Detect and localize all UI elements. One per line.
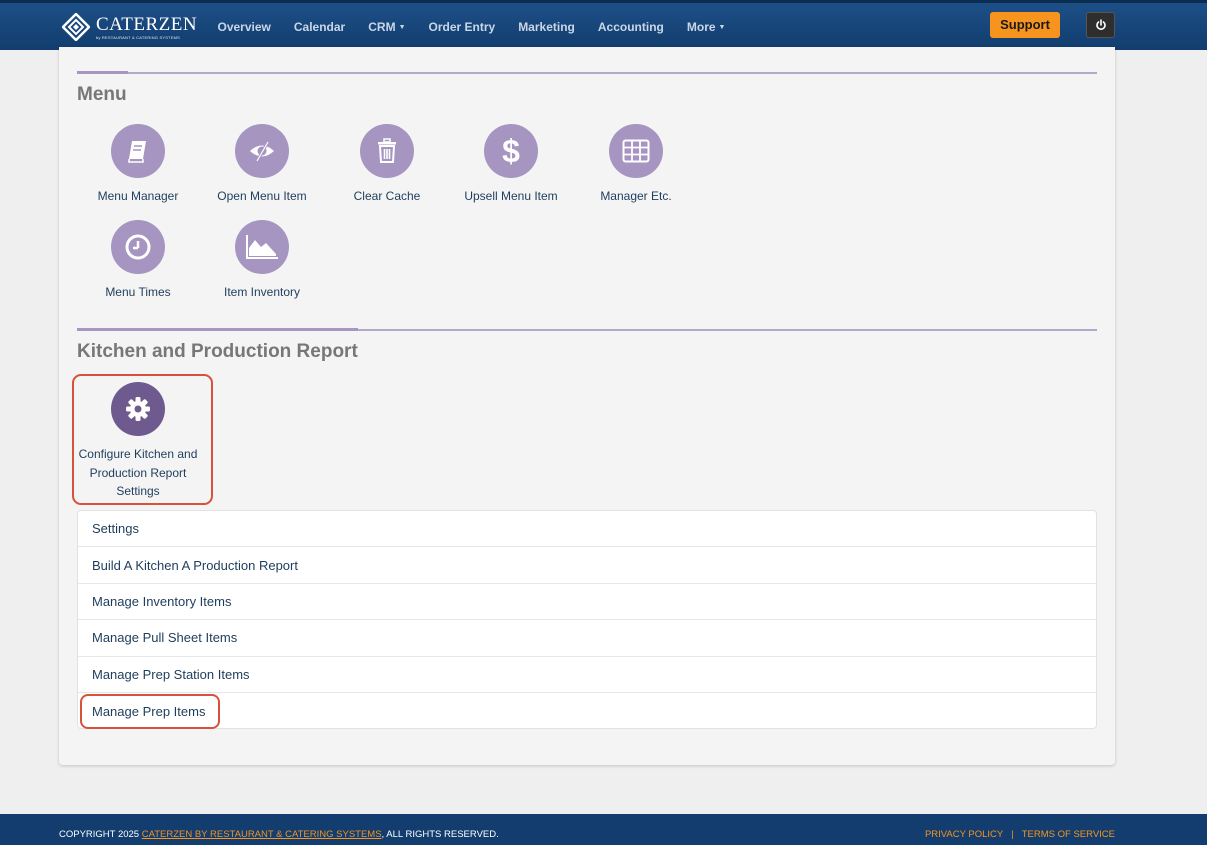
footer: COPYRIGHT 2025 CATERZEN BY RESTAURANT & …: [0, 814, 1207, 845]
tile-open-menu-item[interactable]: Open Menu Item: [202, 124, 322, 206]
top-navbar: CATERZEN by RESTAURANT & CATERING SYSTEM…: [0, 0, 1207, 50]
list-item-settings[interactable]: Settings: [78, 511, 1096, 548]
dollar-icon: $: [484, 124, 538, 178]
tile-label: Upsell Menu Item: [464, 189, 558, 203]
list-item-manage-inventory[interactable]: Manage Inventory Items: [78, 584, 1096, 621]
tile-menu-times[interactable]: Menu Times: [78, 220, 198, 302]
nav-accounting[interactable]: Accounting: [586, 20, 675, 34]
tile-label: Manager Etc.: [600, 189, 672, 203]
menu-section-title: Menu: [77, 84, 127, 105]
power-icon: [1095, 19, 1106, 30]
privacy-policy-link[interactable]: PRIVACY POLICY: [925, 829, 1003, 840]
tile-label: Open Menu Item: [217, 189, 307, 203]
list-item-highlight-annotation: [80, 694, 220, 729]
tile-label: Clear Cache: [353, 189, 421, 203]
nav-calendar[interactable]: Calendar: [282, 20, 356, 34]
eye-slash-icon: [235, 124, 289, 178]
caret-down-icon: ▼: [718, 23, 726, 31]
tile-item-inventory[interactable]: Item Inventory: [202, 220, 322, 302]
kitchen-options-list: Settings Build A Kitchen A Production Re…: [77, 510, 1097, 729]
clock-icon: [111, 220, 165, 274]
tile-clear-cache[interactable]: Clear Cache: [327, 124, 447, 206]
logo-diamond-icon: [61, 12, 91, 42]
main-panel: Menu Menu Manager Open Menu Item Clear C…: [59, 47, 1115, 765]
tile-label: Menu Times: [105, 285, 171, 299]
nav-overview[interactable]: Overview: [206, 20, 282, 34]
list-item-manage-prep-items[interactable]: Manage Prep Items: [78, 693, 1096, 729]
nav-crm[interactable]: CRM ▼: [357, 20, 417, 34]
main-nav: Overview Calendar CRM ▼ Order Entry Marke…: [206, 3, 737, 50]
tile-upsell-menu-item[interactable]: $ Upsell Menu Item: [451, 124, 571, 206]
nav-marketing[interactable]: Marketing: [507, 20, 587, 34]
tile-menu-manager[interactable]: Menu Manager: [78, 124, 198, 206]
footer-links: PRIVACY POLICY | TERMS OF SERVICE: [925, 829, 1115, 840]
support-button[interactable]: Support: [990, 12, 1060, 38]
caret-down-icon: ▼: [398, 23, 406, 31]
section-divider: [77, 328, 1097, 331]
company-link[interactable]: CATERZEN BY RESTAURANT & CATERING SYSTEM…: [142, 829, 382, 840]
power-button[interactable]: [1086, 12, 1115, 38]
nav-order-entry[interactable]: Order Entry: [417, 20, 507, 34]
list-item-build-report[interactable]: Build A Kitchen A Production Report: [78, 547, 1096, 584]
terms-of-service-link[interactable]: TERMS OF SERVICE: [1022, 829, 1115, 840]
list-item-manage-prep-station[interactable]: Manage Prep Station Items: [78, 657, 1096, 693]
footer-separator: |: [1011, 829, 1014, 840]
kitchen-section-title: Kitchen and Production Report: [77, 341, 358, 362]
nav-more[interactable]: More ▼: [675, 20, 737, 34]
footer-copyright: COPYRIGHT 2025 CATERZEN BY RESTAURANT & …: [59, 829, 499, 840]
brand-subtitle: by RESTAURANT & CATERING SYSTEMS: [96, 34, 180, 40]
tile-highlight-annotation: [72, 374, 213, 505]
trash-icon: [360, 124, 414, 178]
tile-manager-etc[interactable]: Manager Etc.: [576, 124, 696, 206]
book-icon: [111, 124, 165, 178]
table-icon: [609, 124, 663, 178]
caterzen-logo[interactable]: CATERZEN by RESTAURANT & CATERING SYSTEM…: [61, 12, 198, 42]
section-divider: [77, 71, 1097, 74]
tile-label: Menu Manager: [97, 189, 179, 203]
area-chart-icon: [235, 220, 289, 274]
tile-label: Item Inventory: [223, 285, 301, 299]
list-item-manage-pull-sheet[interactable]: Manage Pull Sheet Items: [78, 620, 1096, 657]
brand-title: CATERZEN: [96, 13, 198, 35]
